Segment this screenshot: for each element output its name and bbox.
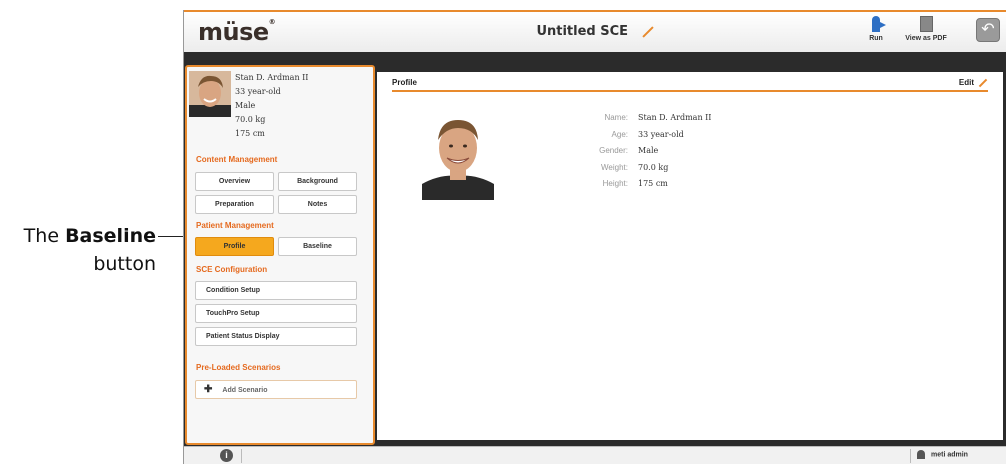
overview-button[interactable]: Overview bbox=[195, 172, 274, 191]
patient-weight: 70.0 kg bbox=[235, 115, 266, 124]
plus-icon: ✚ bbox=[204, 384, 213, 395]
divider bbox=[910, 449, 911, 463]
profile-panel: Profile Edit Name: Stan D. Ardman II Age:… bbox=[377, 72, 1003, 440]
detail-row-gender: Gender: Male bbox=[599, 146, 659, 155]
patient-height: 175 cm bbox=[235, 129, 265, 138]
patient-management-heading: Patient Management bbox=[196, 221, 274, 230]
patient-gender: Male bbox=[235, 101, 256, 110]
edit-button[interactable]: Edit bbox=[959, 78, 988, 88]
baseline-button[interactable]: Baseline bbox=[278, 237, 357, 256]
pencil-icon[interactable] bbox=[641, 25, 654, 38]
user-icon bbox=[917, 450, 925, 459]
patient-details: Name: Stan D. Ardman II Age: 33 year-old G… bbox=[572, 110, 711, 193]
detail-row-height: Height: 175 cm bbox=[602, 179, 668, 188]
profile-button[interactable]: Profile bbox=[195, 237, 274, 256]
app-window: müse® Untitled SCE Run View as PDF ↶ Sta bbox=[183, 10, 1006, 464]
callout-bold: Baseline bbox=[65, 225, 156, 247]
run-button[interactable]: Run bbox=[864, 16, 888, 42]
patient-avatar bbox=[189, 71, 231, 117]
sce-title-text: Untitled SCE bbox=[536, 24, 629, 39]
pencil-icon bbox=[978, 78, 988, 88]
patient-age: 33 year-old bbox=[235, 87, 281, 96]
panel-title: Profile bbox=[392, 78, 417, 87]
touchpro-setup-button[interactable]: TouchPro Setup bbox=[195, 304, 357, 323]
view-as-pdf-button[interactable]: View as PDF bbox=[904, 16, 948, 42]
run-icon bbox=[872, 16, 886, 32]
back-arrow-icon: ↶ bbox=[981, 21, 995, 38]
patient-photo bbox=[422, 110, 494, 200]
pdf-icon bbox=[919, 16, 933, 32]
condition-setup-button[interactable]: Condition Setup bbox=[195, 281, 357, 300]
divider bbox=[241, 449, 242, 463]
add-scenario-button[interactable]: ✚ Add Scenario bbox=[195, 380, 357, 399]
detail-row-name: Name: Stan D. Ardman II bbox=[604, 113, 712, 122]
content-management-heading: Content Management bbox=[196, 155, 278, 164]
top-bar: müse® Untitled SCE Run View as PDF ↶ bbox=[184, 10, 1006, 52]
annotation-callout: The Baseline button bbox=[0, 222, 290, 282]
sidebar: Stan D. Ardman II 33 year-old Male 70.0 … bbox=[185, 65, 375, 445]
detail-row-age: Age: 33 year-old bbox=[611, 129, 684, 139]
patient-summary: Stan D. Ardman II 33 year-old Male 70.0 … bbox=[235, 71, 308, 141]
notes-button[interactable]: Notes bbox=[278, 195, 357, 214]
info-icon[interactable]: i bbox=[220, 449, 233, 462]
detail-row-weight: Weight: 70.0 kg bbox=[601, 162, 669, 172]
panel-header: Profile Edit bbox=[392, 78, 988, 92]
user-menu[interactable]: meti admin bbox=[917, 450, 968, 459]
status-bar: i meti admin bbox=[184, 446, 1006, 464]
preloaded-scenarios-heading: Pre-Loaded Scenarios bbox=[196, 363, 281, 372]
preparation-button[interactable]: Preparation bbox=[195, 195, 274, 214]
patient-name: Stan D. Ardman II bbox=[235, 73, 309, 82]
background-button[interactable]: Background bbox=[278, 172, 357, 191]
callout-line2: button bbox=[93, 253, 156, 275]
callout-prefix: The bbox=[23, 225, 66, 247]
patient-status-display-button[interactable]: Patient Status Display bbox=[195, 327, 357, 346]
sce-configuration-heading: SCE Configuration bbox=[196, 265, 268, 274]
back-button[interactable]: ↶ bbox=[976, 18, 1000, 42]
